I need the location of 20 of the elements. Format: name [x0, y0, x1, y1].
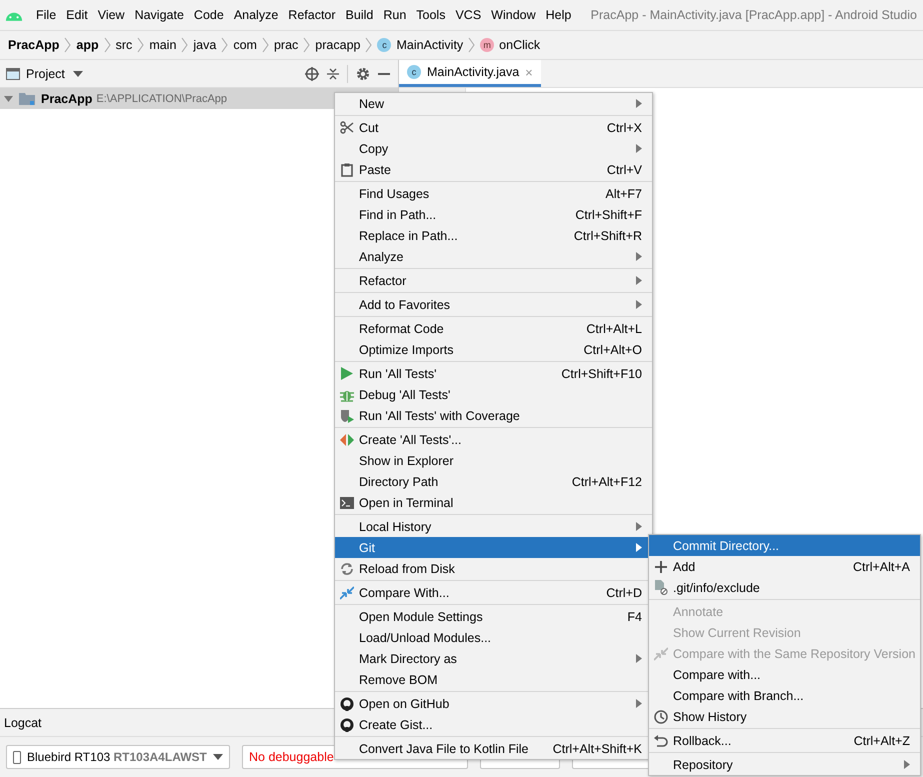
class-icon: c	[377, 38, 392, 52]
shortcut-text: Alt+F7	[606, 186, 642, 200]
shortcut-text: Ctrl+Alt+Z	[854, 734, 910, 748]
shortcut-text: Ctrl+V	[606, 162, 642, 176]
shortcut-text: Ctrl+Alt+O	[584, 342, 642, 356]
class-icon: c	[407, 65, 421, 79]
shortcut-text: Ctrl+Alt+L	[586, 322, 642, 336]
shortcut-text: Ctrl+Alt+A	[853, 560, 910, 574]
shortcut-text: Ctrl+Alt+F12	[572, 474, 642, 488]
method-icon: m	[480, 38, 494, 52]
window-title: PracApp - MainActivity.java [PracApp.app] - Android Studio	[590, 8, 918, 22]
shortcut-text: F4	[627, 610, 642, 624]
tree-item-path: E:\APPLICATION\PracApp	[96, 92, 228, 104]
shortcut-text: Ctrl+Alt+Shift+K	[552, 742, 642, 756]
shortcut-text: Ctrl+Shift+R	[574, 228, 642, 242]
shortcut-text: Ctrl+Shift+F10	[561, 366, 642, 380]
shortcut-text: Ctrl+X	[606, 120, 642, 134]
tree-item-label: PracApp	[41, 92, 92, 106]
shortcut-text: Ctrl+D	[606, 586, 642, 600]
shortcut-text: Ctrl+Shift+F	[575, 208, 642, 222]
